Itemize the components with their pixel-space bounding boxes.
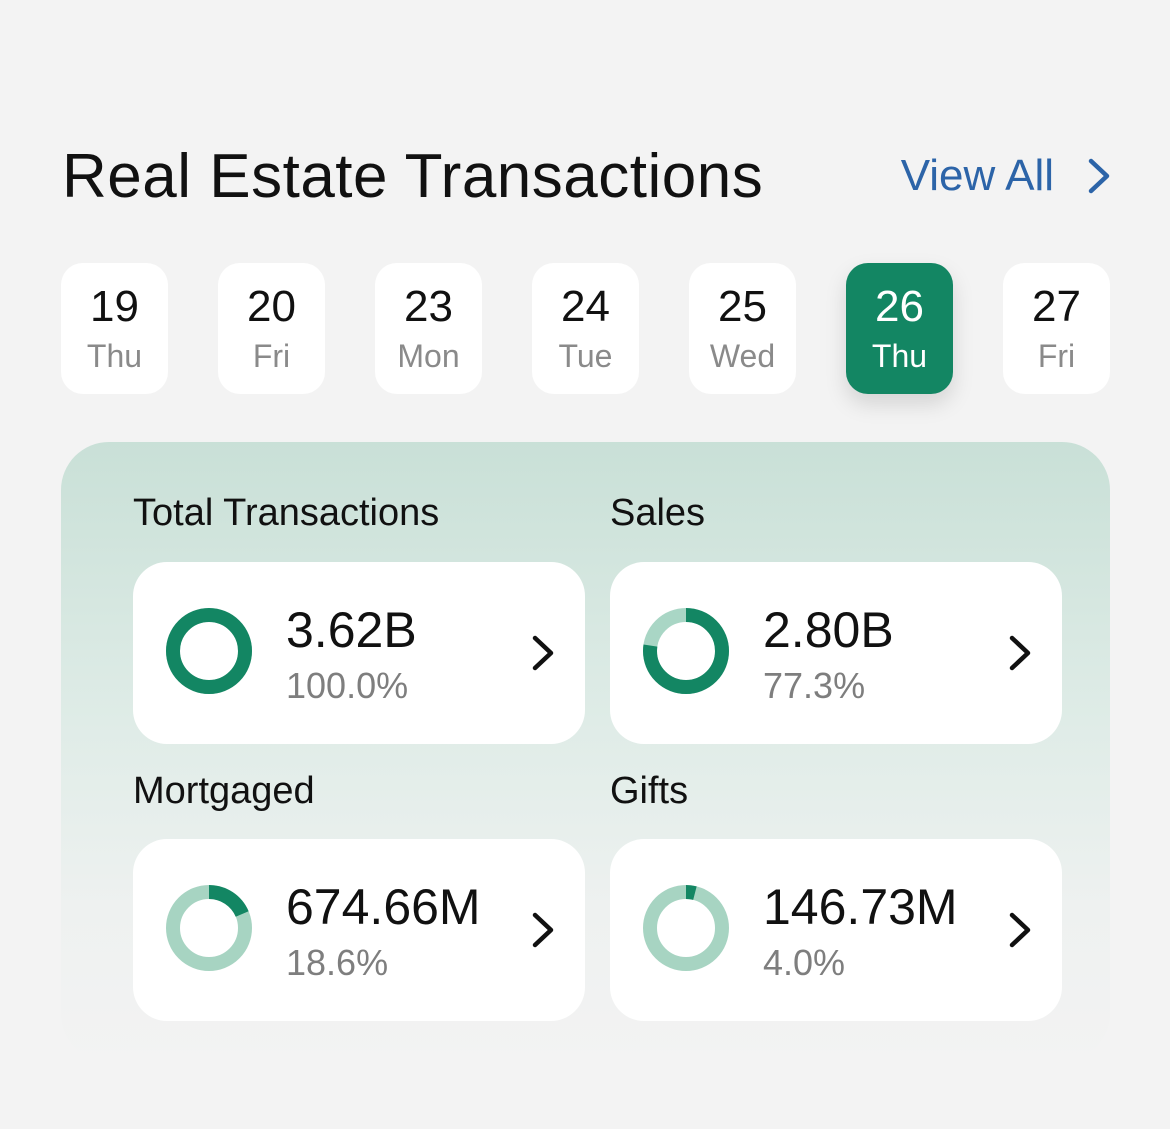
stat-label-gifts: Gifts [610,770,689,812]
date-weekday: Mon [397,337,460,374]
view-all-link[interactable]: View All [901,151,1112,201]
date-weekday: Tue [558,337,613,374]
chevron-right-icon [1086,156,1112,196]
donut-chart-icon [166,885,252,971]
stat-label-sales: Sales [610,492,706,534]
view-all-label: View All [900,151,1054,200]
date-chip[interactable]: 25 Wed [689,263,796,394]
date-chip[interactable]: 24 Tue [532,263,639,394]
header: Real Estate Transactions View All [62,140,1112,212]
stat-percent: 100.0% [286,665,409,706]
donut-chart-icon [166,608,252,694]
chevron-right-icon [1009,912,1031,948]
stats-panel: Total Transactions 3.62B 100.0% Sales 2.… [61,442,1110,1062]
donut-chart-icon [643,885,729,971]
date-chip[interactable]: 23 Mon [375,263,482,394]
date-day: 20 [247,281,296,331]
stat-value: 2.80B [763,602,894,658]
stat-card-total-transactions[interactable]: 3.62B 100.0% [133,562,585,744]
date-selector: 19 Thu 20 Fri 23 Mon 24 Tue 25 Wed 26 Th… [61,263,1111,394]
date-chip[interactable]: 27 Fri [1003,263,1110,394]
date-weekday: Fri [252,337,291,374]
stat-card-gifts[interactable]: 146.73M 4.0% [610,839,1062,1021]
stat-label-mortgaged: Mortgaged [133,770,315,812]
chevron-right-icon [532,912,554,948]
stat-percent: 4.0% [763,942,846,983]
stat-label-total-transactions: Total Transactions [133,492,440,534]
date-day: 19 [90,281,139,331]
chevron-right-icon [1009,635,1031,671]
date-day: 24 [561,281,610,331]
date-chip-selected[interactable]: 26 Thu [846,263,953,394]
stat-percent: 18.6% [286,942,389,983]
real-estate-transactions-widget: Real Estate Transactions View All 19 Thu… [0,0,1170,1129]
date-weekday: Thu [871,337,928,374]
date-weekday: Thu [86,337,143,374]
date-chip[interactable]: 19 Thu [61,263,168,394]
page-title: Real Estate Transactions [62,141,764,211]
stat-card-sales[interactable]: 2.80B 77.3% [610,562,1062,744]
date-weekday: Fri [1037,337,1076,374]
stat-card-mortgaged[interactable]: 674.66M 18.6% [133,839,585,1021]
stat-value: 146.73M [763,879,958,935]
date-chip[interactable]: 20 Fri [218,263,325,394]
date-day: 26 [875,281,924,331]
stat-percent: 77.3% [763,665,866,706]
date-weekday: Wed [709,337,776,374]
date-day: 25 [718,281,767,331]
stat-value: 674.66M [286,879,481,935]
chevron-right-icon [532,635,554,671]
date-day: 27 [1032,281,1081,331]
donut-chart-icon [643,608,729,694]
date-day: 23 [404,281,453,331]
stat-value: 3.62B [286,602,417,658]
